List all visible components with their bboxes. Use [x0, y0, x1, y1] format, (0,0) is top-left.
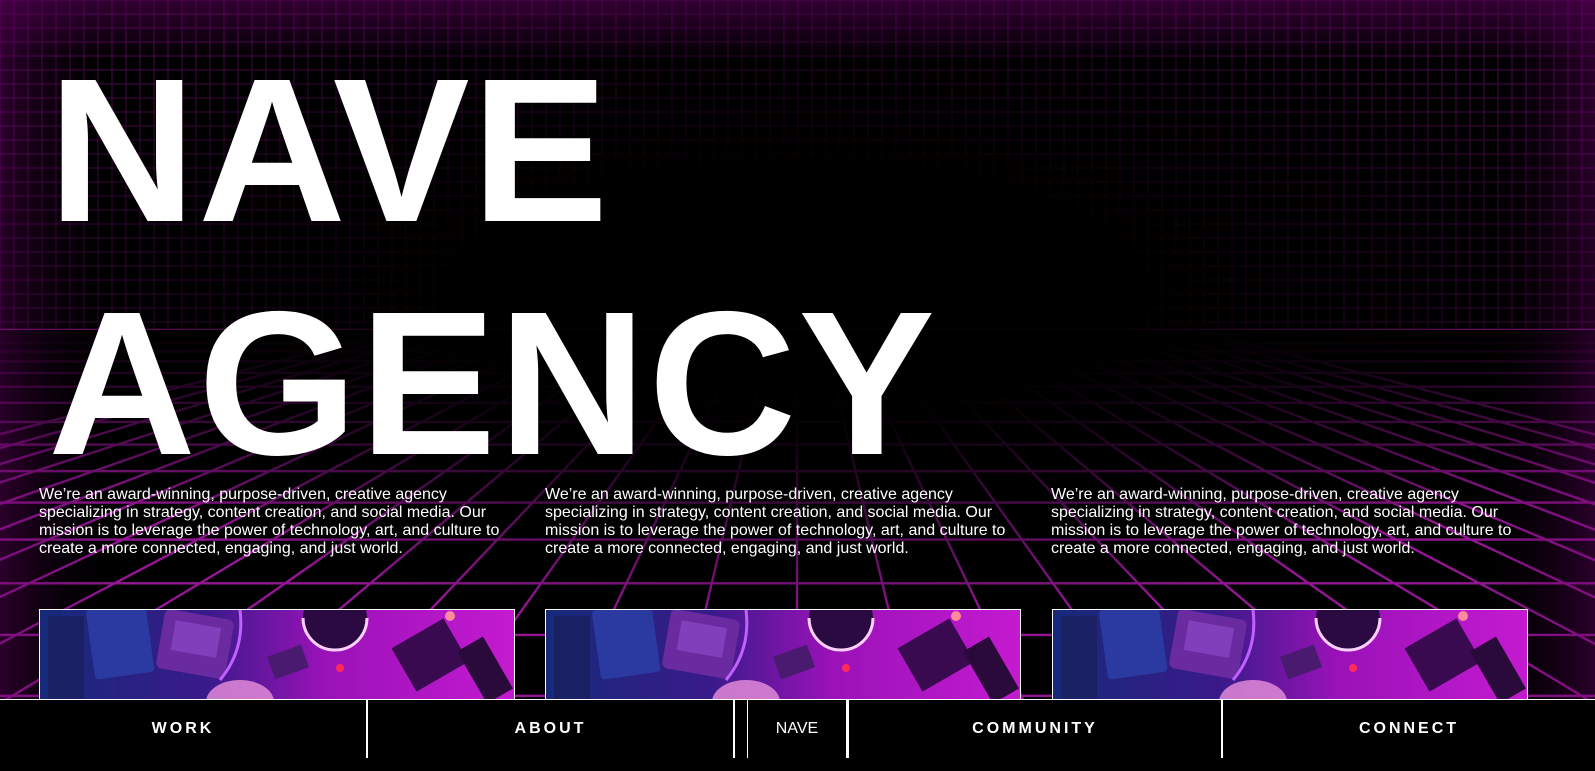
page: NAVE AGENCY We’re an award-winning, purp…: [0, 0, 1595, 771]
bottom-navigation: WORK ABOUT NAVE COMMUNITY CONNECT: [0, 699, 1595, 761]
feature-column-text: We’re an award-winning, purpose-driven, …: [1051, 486, 1512, 557]
hero-title: NAVE AGENCY: [48, 34, 937, 500]
hero-title-line-2: AGENCY: [48, 269, 938, 498]
feature-column-2: We’re an award-winning, purpose-driven, …: [545, 486, 1021, 558]
neon-desk-photo: [40, 610, 514, 710]
nav-item-community[interactable]: COMMUNITY: [849, 700, 1221, 758]
nav-brand-logo[interactable]: NAVE: [747, 700, 847, 758]
feature-column-3: We’re an award-winning, purpose-driven, …: [1051, 486, 1527, 558]
feature-column-text: We’re an award-winning, purpose-driven, …: [39, 486, 500, 557]
hero-title-line-1: NAVE: [48, 36, 611, 265]
feature-image-2[interactable]: [545, 609, 1021, 711]
feature-column-1: We’re an award-winning, purpose-driven, …: [39, 486, 515, 558]
neon-desk-photo: [546, 610, 1020, 710]
bottom-strip: [0, 760, 1595, 771]
neon-desk-photo: [1053, 610, 1527, 710]
feature-column-text: We’re an award-winning, purpose-driven, …: [545, 486, 1006, 557]
feature-image-3[interactable]: [1052, 609, 1528, 711]
nav-divider: [733, 700, 735, 758]
nav-item-connect[interactable]: CONNECT: [1223, 700, 1595, 758]
main-content: NAVE AGENCY We’re an award-winning, purp…: [0, 0, 1595, 771]
feature-image-1[interactable]: [39, 609, 515, 711]
nav-item-about[interactable]: ABOUT: [368, 700, 733, 758]
nav-item-work[interactable]: WORK: [0, 700, 366, 758]
